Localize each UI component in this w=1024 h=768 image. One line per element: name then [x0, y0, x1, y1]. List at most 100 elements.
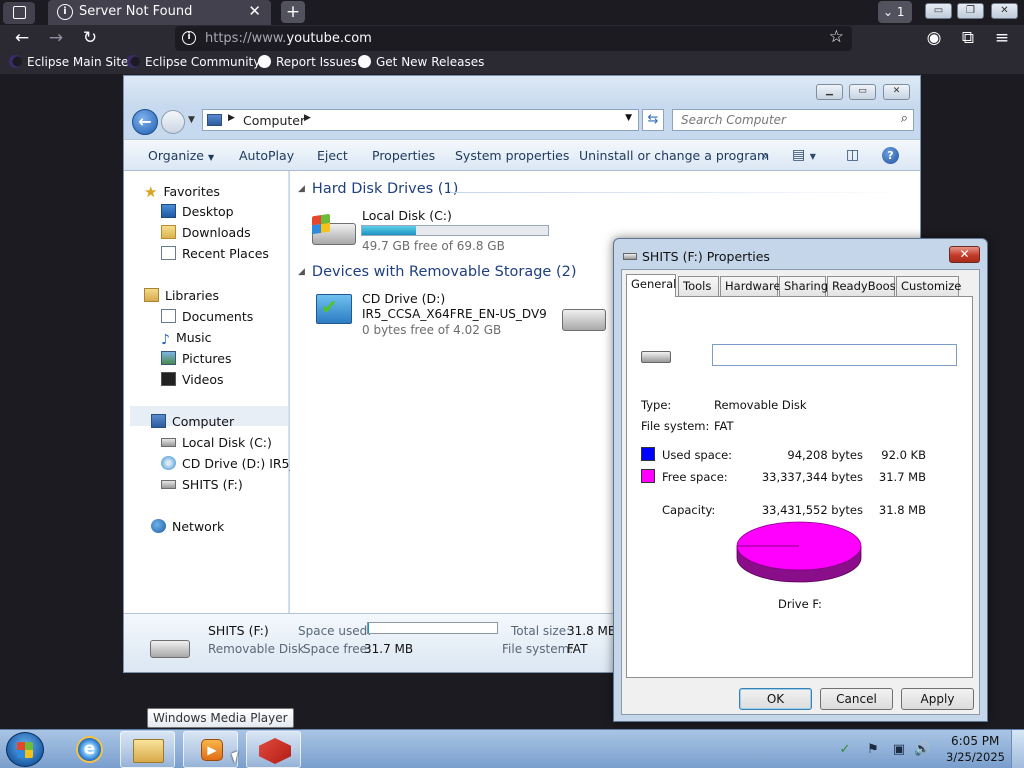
taskbar-app[interactable]: [246, 731, 301, 768]
more-commands-icon[interactable]: »: [761, 148, 769, 163]
nav-music[interactable]: ♪ Music: [161, 330, 212, 348]
nav-videos[interactable]: Videos: [161, 372, 224, 387]
cd-drive-icon: ✔: [316, 294, 352, 324]
bookmark-get-new-releases[interactable]: Get New Releases: [358, 55, 484, 69]
close-tab-icon[interactable]: ✕: [248, 2, 261, 20]
history-dropdown-icon[interactable]: ▼: [188, 115, 195, 125]
menu-icon[interactable]: ≡: [990, 27, 1014, 49]
navigation-pane: ★ Favorites Desktop Downloads Recent Plac…: [124, 171, 313, 613]
system-properties-button[interactable]: System properties: [455, 148, 569, 163]
properties-button[interactable]: Properties: [372, 148, 435, 163]
properties-dialog: SHITS (F:) Properties ✕ General Tools Ha…: [613, 238, 988, 722]
tab-customize[interactable]: Customize: [896, 276, 961, 296]
nav-network[interactable]: Network: [151, 519, 224, 534]
bookmark-report-issues[interactable]: Report Issues: [258, 55, 357, 69]
free-space-bytes: 33,337,344 bytes: [761, 470, 863, 484]
dialog-close-button[interactable]: ✕: [949, 246, 980, 263]
tab-sharing[interactable]: Sharing: [779, 276, 828, 296]
breadcrumb-arrow-icon[interactable]: ▶: [228, 113, 235, 123]
tab-tools[interactable]: Tools: [678, 276, 719, 296]
tab-server-not-found[interactable]: i Server Not Found ✕: [48, 0, 271, 25]
space-used-bar: [367, 622, 498, 634]
taskbar-internet-explorer[interactable]: e: [62, 731, 117, 768]
removable-drive-icon[interactable]: [562, 309, 606, 331]
new-tab-button[interactable]: +: [281, 1, 305, 23]
nav-recent-places[interactable]: Recent Places: [161, 246, 269, 261]
uninstall-program-button[interactable]: Uninstall or change a program: [579, 148, 769, 163]
close-window-button[interactable]: ✕: [991, 3, 1018, 19]
action-center-icon[interactable]: ✓: [837, 742, 853, 757]
start-button[interactable]: [6, 732, 44, 767]
volume-icon[interactable]: 🔊: [914, 742, 930, 757]
bookmark-eclipse-main-site[interactable]: Eclipse Main Site: [9, 55, 128, 69]
url-text[interactable]: https://www.youtube.com: [205, 31, 372, 46]
view-options-icon[interactable]: ▤ ▼: [792, 147, 816, 163]
taskbar-windows-explorer[interactable]: [120, 731, 175, 768]
explorer-minimize-button[interactable]: ▁: [816, 84, 843, 100]
clock-time[interactable]: 6:05 PM: [951, 734, 999, 748]
site-info-icon[interactable]: i: [182, 31, 196, 45]
nav-local-disk-c[interactable]: Local Disk (C:): [161, 435, 272, 450]
search-placeholder: Search Computer: [681, 113, 786, 127]
url-bar[interactable]: i https://www.youtube.com ☆: [175, 26, 852, 51]
nav-desktop[interactable]: Desktop: [161, 204, 234, 219]
tab-title: Server Not Found: [79, 4, 193, 19]
nav-shits-f[interactable]: SHITS (F:): [161, 477, 243, 492]
nav-documents[interactable]: Documents: [161, 309, 253, 324]
autoplay-button[interactable]: AutoPlay: [239, 148, 294, 163]
drive-free-text: 0 bytes free of 4.02 GB: [362, 323, 502, 337]
nav-libraries[interactable]: Libraries: [144, 288, 219, 303]
help-icon[interactable]: ?: [882, 147, 899, 164]
back-arrow-icon[interactable]: ←: [10, 27, 34, 49]
explorer-close-button[interactable]: ✕: [883, 84, 910, 100]
taskbar-windows-media-player[interactable]: ▶: [183, 731, 238, 768]
type-label: Type:: [641, 398, 672, 412]
group-removable-storage[interactable]: ◢ Devices with Removable Storage (2): [298, 264, 577, 280]
nav-computer[interactable]: Computer: [151, 414, 234, 429]
account-icon[interactable]: ◉: [922, 27, 946, 49]
browser-tab-bar: i Server Not Found ✕ + ⌄ 1 ▭ ❐ ✕: [0, 0, 1024, 25]
explorer-forward-button[interactable]: [161, 110, 185, 134]
removable-drive-icon: [150, 640, 190, 658]
address-dropdown-icon[interactable]: ▼: [625, 113, 632, 123]
organize-button[interactable]: Organize ▼: [148, 148, 214, 163]
address-bar[interactable]: ▶ Computer ▶ ▼: [202, 109, 639, 131]
network-tray-icon[interactable]: ▣: [891, 742, 907, 757]
tab-general[interactable]: General: [626, 274, 676, 297]
cancel-button[interactable]: Cancel: [820, 688, 893, 710]
clock-date[interactable]: 3/25/2025: [946, 750, 1005, 764]
breadcrumb-arrow-icon[interactable]: ▶: [304, 113, 311, 123]
breadcrumb-computer[interactable]: Computer: [243, 113, 305, 128]
preview-pane-icon[interactable]: ◫: [846, 147, 859, 163]
extensions-icon[interactable]: ⧉: [956, 27, 980, 49]
usage-pie-chart: [736, 521, 862, 583]
tab-list-button[interactable]: [3, 2, 35, 24]
flag-icon[interactable]: ⚑: [865, 742, 881, 757]
tab-count-button[interactable]: ⌄ 1: [878, 1, 912, 23]
show-desktop-button[interactable]: [1011, 730, 1024, 768]
minimize-button[interactable]: ▭: [925, 3, 952, 19]
eject-button[interactable]: Eject: [317, 148, 348, 163]
search-input[interactable]: Search Computer ⌕: [672, 109, 914, 131]
reload-icon[interactable]: ↻: [78, 27, 102, 49]
tab-hardware[interactable]: Hardware: [720, 276, 781, 296]
libraries-icon: [144, 288, 159, 302]
nav-favorites[interactable]: ★ Favorites: [144, 183, 220, 201]
group-hard-disk-drives[interactable]: ◢ Hard Disk Drives (1): [298, 181, 458, 197]
collapse-triangle-icon: ◢: [298, 184, 305, 194]
ok-button[interactable]: OK: [739, 688, 812, 710]
search-icon[interactable]: ⌕: [901, 111, 908, 126]
volume-label-input[interactable]: [712, 344, 957, 366]
tab-readyboost[interactable]: ReadyBoost: [827, 276, 900, 296]
explorer-maximize-button[interactable]: ▭: [849, 84, 876, 100]
apply-button[interactable]: Apply: [901, 688, 974, 710]
explorer-back-button[interactable]: ←: [132, 109, 158, 135]
restore-button[interactable]: ❐: [957, 3, 984, 19]
refresh-icon[interactable]: ⇆: [642, 109, 664, 131]
nav-downloads[interactable]: Downloads: [161, 225, 251, 240]
nav-pictures[interactable]: Pictures: [161, 351, 232, 366]
bookmark-star-icon[interactable]: ☆: [829, 27, 844, 47]
bookmark-eclipse-community[interactable]: Eclipse Community: [127, 55, 260, 69]
forward-arrow-icon[interactable]: →: [44, 27, 68, 49]
group-divider: [450, 192, 910, 193]
